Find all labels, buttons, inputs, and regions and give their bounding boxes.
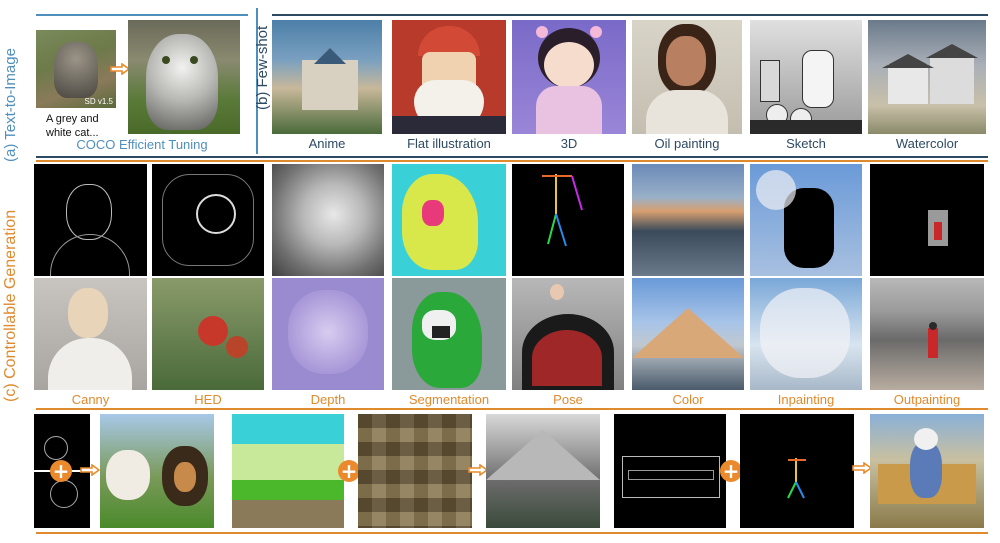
sd-tag: SD v1.5 — [84, 97, 113, 106]
arrow-icon — [110, 63, 130, 75]
segmentation-condition — [392, 164, 506, 276]
bottom-rule-orange — [36, 532, 988, 534]
arrow-icon — [468, 464, 488, 476]
lower-rule-orange — [36, 408, 988, 410]
condition-label-hed: HED — [194, 392, 222, 407]
mid-rule-orange — [36, 160, 988, 162]
combo3-pose — [740, 414, 854, 528]
cat-small-image: SD v1.5 — [36, 30, 116, 108]
outpainting-condition — [870, 164, 984, 276]
hed-result — [152, 278, 264, 390]
flat-illustration-image — [392, 20, 506, 134]
condition-label-canny: Canny — [71, 392, 110, 407]
plus-icon: + — [720, 460, 742, 482]
section-c-label: (c) Controllable Generation — [2, 209, 19, 402]
style-label-watercolor: Watercolor — [895, 136, 959, 151]
condition-label-segmentation: Segmentation — [408, 392, 490, 407]
combo2-segmentation — [232, 414, 344, 528]
combo2-mountain-result — [486, 414, 600, 528]
combo2-color-grid — [358, 414, 472, 528]
combo3-canny — [614, 414, 726, 528]
sketch-image — [750, 20, 862, 134]
pose-result — [512, 278, 624, 390]
color-condition — [632, 164, 744, 276]
depth-condition — [272, 164, 384, 276]
anime-image — [272, 20, 382, 134]
condition-label-color: Color — [672, 392, 704, 407]
condition-label-pose: Pose — [553, 392, 583, 407]
condition-label-depth: Depth — [310, 392, 346, 407]
prompt-text: A grey and white cat... — [46, 112, 99, 140]
segmentation-result — [392, 278, 506, 390]
hed-condition — [152, 164, 264, 276]
combo3-bench-result — [870, 414, 984, 528]
section-a-label: (a) Text-to-Image — [2, 48, 19, 162]
watercolor-image — [868, 20, 986, 134]
top-rule-right — [272, 14, 988, 16]
arrow-icon — [80, 464, 100, 476]
top-rule-left — [36, 14, 248, 16]
inpainting-condition — [750, 164, 862, 276]
arrow-icon — [852, 462, 872, 474]
plus-icon: + — [338, 460, 360, 482]
style-label-sketch: Sketch — [786, 136, 826, 151]
condition-label-outpainting: Outpainting — [893, 392, 961, 407]
mid-rule-blue — [36, 156, 988, 158]
cat-large-image — [128, 20, 240, 134]
inpainting-result — [750, 278, 862, 390]
canny-condition — [34, 164, 147, 276]
combo1-dogs-result — [100, 414, 214, 528]
canny-result — [34, 278, 147, 390]
depth-result — [272, 278, 384, 390]
3d-image — [512, 20, 626, 134]
outpainting-result — [870, 278, 984, 390]
plus-icon: + — [50, 460, 72, 482]
style-label-anime: Anime — [308, 136, 346, 151]
prompt-line-1: A grey and — [46, 113, 99, 125]
oil-painting-image — [632, 20, 742, 134]
style-label-3d: 3D — [560, 136, 578, 151]
section-b-label: (b) Few-shot — [254, 25, 271, 110]
condition-label-inpainting: Inpainting — [777, 392, 835, 407]
style-label-oil-painting: Oil painting — [654, 136, 720, 151]
pose-condition — [512, 164, 624, 276]
section-a-caption: COCO Efficient Tuning — [76, 137, 208, 152]
color-result — [632, 278, 744, 390]
style-label-flat-illustration: Flat illustration — [407, 136, 491, 151]
